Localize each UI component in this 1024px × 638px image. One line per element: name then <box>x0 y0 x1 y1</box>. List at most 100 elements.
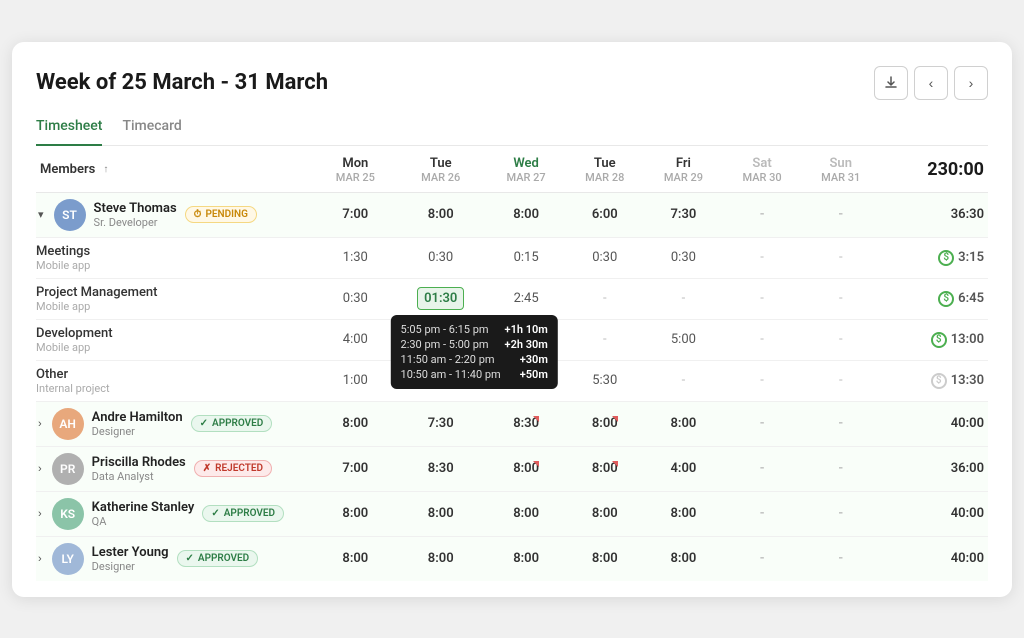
badge-icon: ✓ <box>186 553 194 564</box>
member-role: Designer <box>92 425 183 438</box>
task-hour-cell: 0:15 <box>487 237 566 278</box>
task-project: Mobile app <box>36 341 312 354</box>
hour-cell: 8:00 <box>395 192 487 237</box>
col-wed: Wed MAR 27 <box>487 146 566 193</box>
hour-cell: - <box>723 491 802 536</box>
task-project: Internal project <box>36 382 312 395</box>
highlighted-cell[interactable]: 01:30 <box>417 287 464 310</box>
expand-button[interactable]: › <box>36 506 44 522</box>
expand-button[interactable]: › <box>36 551 44 567</box>
hour-cell: 8:00 <box>395 491 487 536</box>
hour-cell: 7:00 <box>316 446 395 491</box>
dash: - <box>838 416 843 431</box>
task-project: Mobile app <box>36 259 312 272</box>
task-hour-cell: 4:00 <box>487 319 566 360</box>
task-hour-cell: - <box>801 319 880 360</box>
task-hour-cell: - <box>723 360 802 401</box>
hour-cell: 8:00 <box>644 536 723 581</box>
task-hour-cell: 01:30 5:05 pm - 6:15 pm+1h 10m2:30 pm - … <box>395 278 487 319</box>
dash: - <box>838 207 843 222</box>
hour-cell: - <box>723 536 802 581</box>
circle-icon-empty: $ <box>931 373 947 389</box>
member-info-cell: › LY Lester Young Designer ✓ APPROVED <box>36 536 316 581</box>
grand-total: 230:00 <box>880 146 988 193</box>
task-hour-cell: - <box>723 237 802 278</box>
task-hour-cell: - <box>801 278 880 319</box>
col-sun: Sun MAR 31 <box>801 146 880 193</box>
hour-cell: 8:00 <box>316 536 395 581</box>
hour-cell: - <box>723 192 802 237</box>
member-row: › AH Andre Hamilton Designer ✓ APPROVED … <box>36 401 988 446</box>
download-button[interactable] <box>874 66 908 100</box>
task-hour-cell: - <box>801 237 880 278</box>
week-title: Week of 25 March - 31 March <box>36 70 328 95</box>
tab-timecard[interactable]: Timecard <box>122 112 181 146</box>
header: Week of 25 March - 31 March ‹ › <box>36 66 988 100</box>
hour-cell: 8:00 <box>487 446 566 491</box>
dash: - <box>603 332 607 347</box>
task-name-cell: Other Internal project <box>36 360 316 401</box>
dash: - <box>682 291 686 306</box>
task-name: Meetings <box>36 244 312 259</box>
hour-cell: 8:00 <box>565 401 644 446</box>
task-total-value: 13:30 <box>951 373 984 388</box>
members-header: Members ↑ <box>36 146 316 193</box>
expand-button[interactable]: ▾ <box>36 206 46 223</box>
task-name-cell: Development Mobile app <box>36 319 316 360</box>
hour-cell: - <box>801 192 880 237</box>
sort-icon[interactable]: ↑ <box>103 164 108 175</box>
status-badge: ✓ APPROVED <box>191 415 273 432</box>
member-total: 36:30 <box>880 192 988 237</box>
avatar: LY <box>52 543 84 575</box>
expand-button[interactable]: › <box>36 461 44 477</box>
task-hour-cell: 0:30 <box>395 237 487 278</box>
hour-cell: 8:30 <box>395 446 487 491</box>
dash: - <box>839 332 843 347</box>
dash: - <box>760 461 765 476</box>
next-button[interactable]: › <box>954 66 988 100</box>
dash: - <box>439 332 443 347</box>
prev-button[interactable]: ‹ <box>914 66 948 100</box>
circle-icon: $ <box>938 250 954 266</box>
task-row: Project Management Mobile app 0:30 01:30… <box>36 278 988 319</box>
corner-mark: 8:00 <box>592 416 618 431</box>
col-mon: Mon MAR 25 <box>316 146 395 193</box>
task-hour-cell: 6:00 <box>395 360 487 401</box>
member-total: 40:00 <box>880 401 988 446</box>
corner-mark: 8:30 <box>513 416 539 431</box>
hour-cell: 8:00 <box>487 192 566 237</box>
col-tue26: Tue MAR 26 <box>395 146 487 193</box>
tabs: Timesheet Timecard <box>36 112 988 146</box>
member-row: › PR Priscilla Rhodes Data Analyst ✗ REJ… <box>36 446 988 491</box>
badge-icon: ✓ <box>200 418 208 429</box>
hour-cell: 8:00 <box>644 491 723 536</box>
hour-cell: - <box>801 446 880 491</box>
dash: - <box>760 207 765 222</box>
badge-icon: ✓ <box>211 508 219 519</box>
hour-cell: - <box>801 491 880 536</box>
tab-timesheet[interactable]: Timesheet <box>36 112 102 146</box>
task-row: Other Internal project 1:006:001:005:30-… <box>36 360 988 401</box>
task-hour-cell: 1:30 <box>316 237 395 278</box>
hour-cell: 8:00 <box>565 446 644 491</box>
hour-cell: - <box>801 536 880 581</box>
task-hour-cell: - <box>723 278 802 319</box>
task-total-value: 6:45 <box>958 291 984 306</box>
task-total: $ 6:45 <box>880 278 988 319</box>
hour-cell: 7:00 <box>316 192 395 237</box>
task-total: $ 13:00 <box>880 319 988 360</box>
col-tue28: Tue MAR 28 <box>565 146 644 193</box>
task-hour-cell: - <box>801 360 880 401</box>
hour-cell: - <box>723 401 802 446</box>
timesheet-card: Week of 25 March - 31 March ‹ › Timeshee… <box>12 42 1012 597</box>
member-name: Andre Hamilton <box>92 410 183 425</box>
expand-button[interactable]: › <box>36 416 44 432</box>
dash: - <box>839 291 843 306</box>
task-total: $ 3:15 <box>880 237 988 278</box>
member-name: Steve Thomas <box>94 201 177 216</box>
hour-cell: 6:00 <box>565 192 644 237</box>
circle-icon: $ <box>938 291 954 307</box>
task-hour-cell: - <box>395 319 487 360</box>
dash: - <box>760 416 765 431</box>
badge-icon: ⏱ <box>194 209 202 220</box>
